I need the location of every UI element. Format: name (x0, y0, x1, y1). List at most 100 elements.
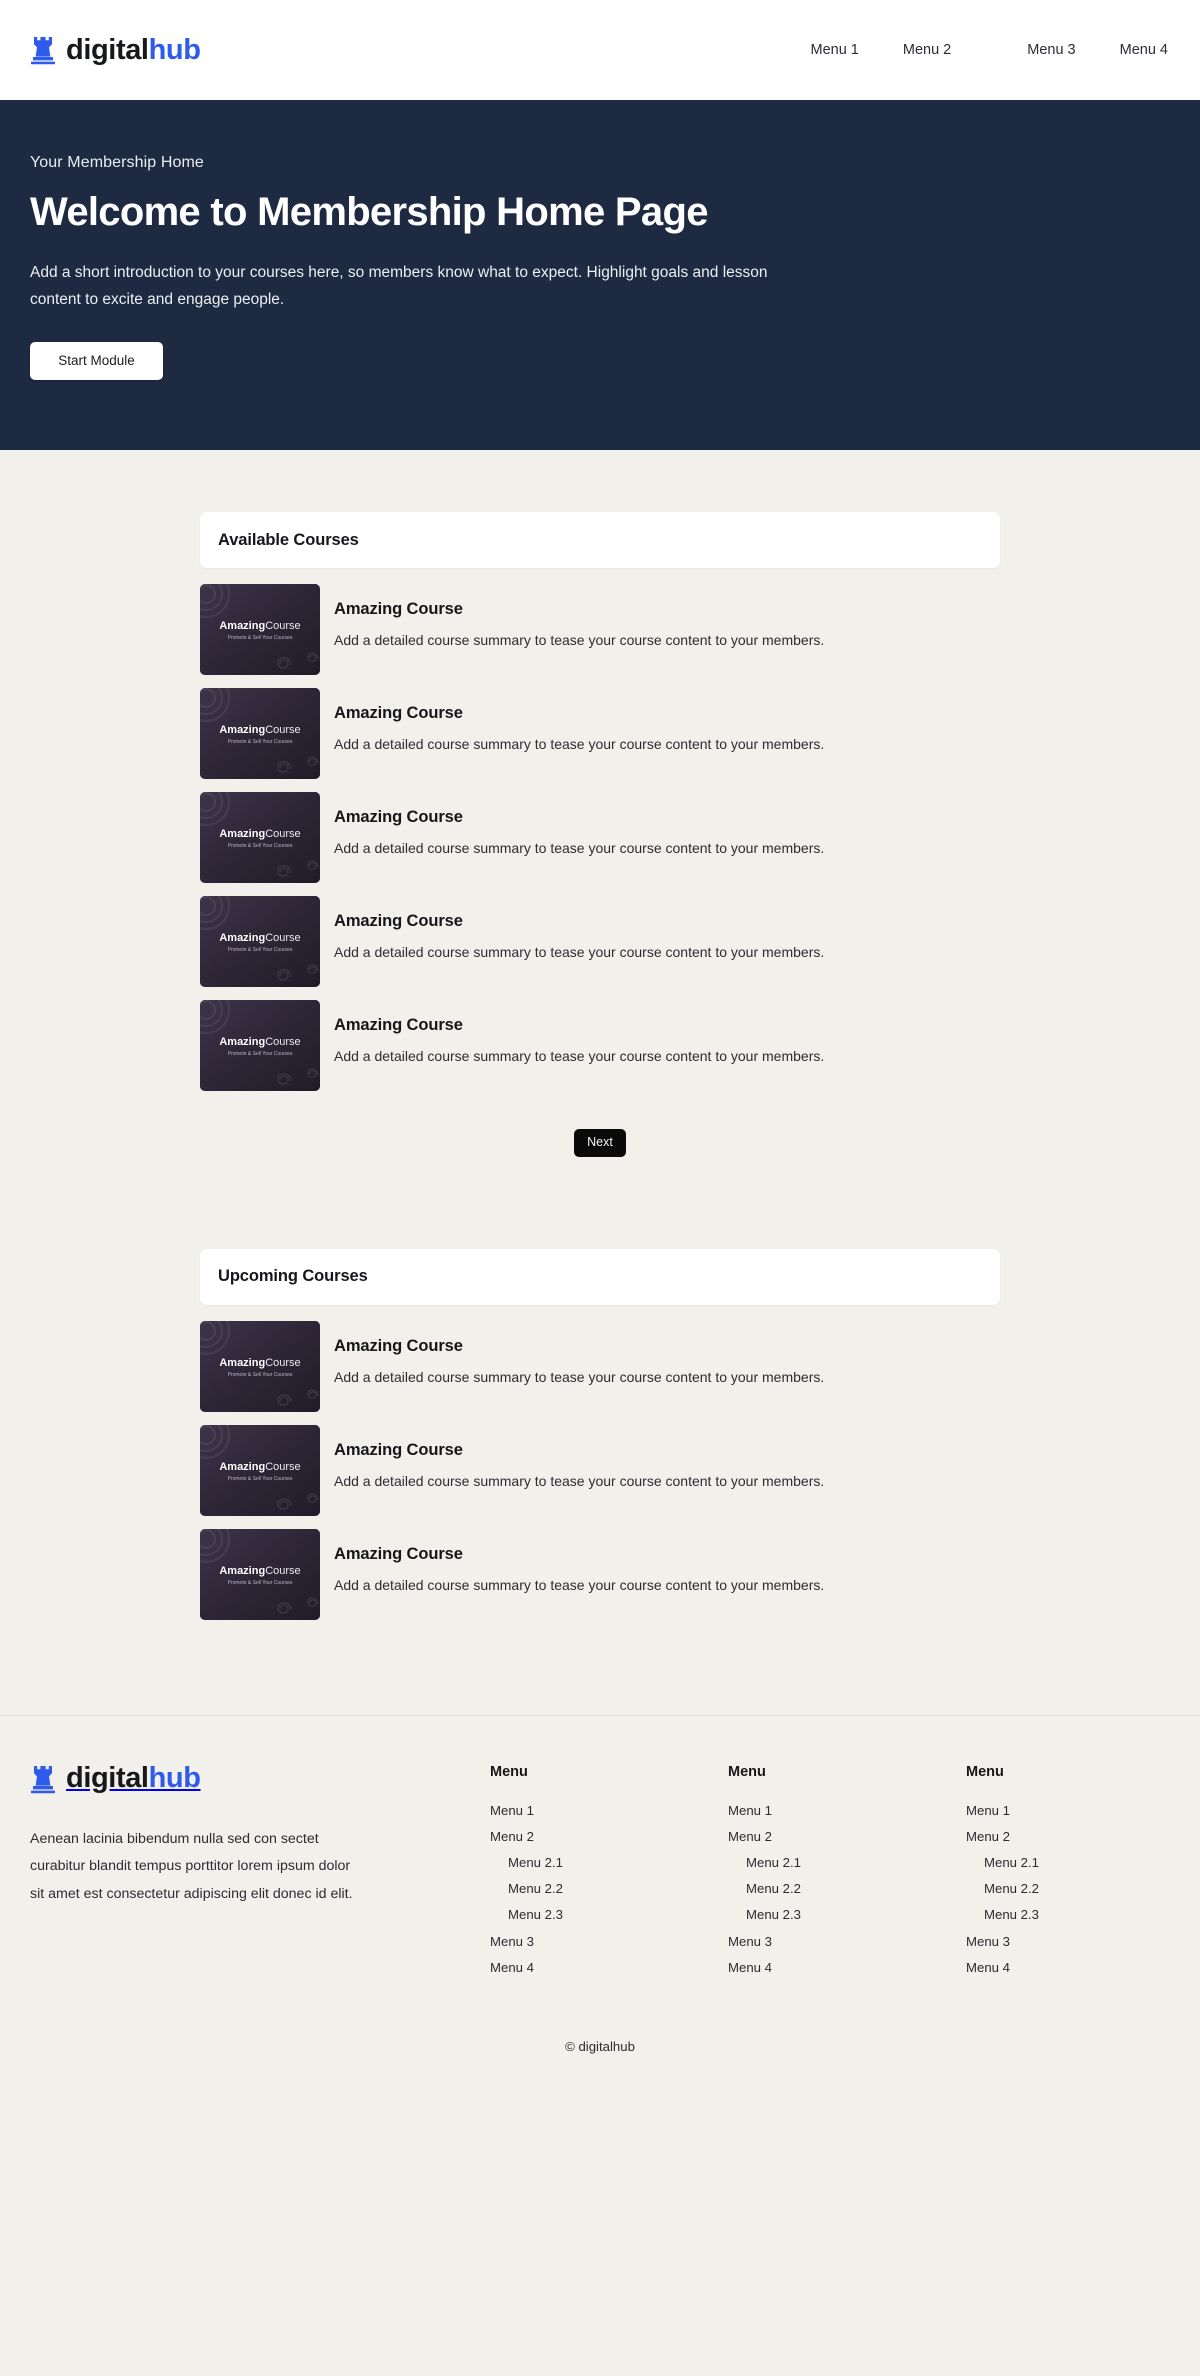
membership-home-page: digitalhub Menu 1 Menu 2 Menu 3 Menu 4 Y… (0, 0, 1200, 2376)
course-thumbnail: AmazingCourse Promote & Sell Your Course… (200, 584, 320, 675)
footer-link-menu-2-1[interactable]: Menu 2.1 (490, 1856, 728, 1869)
course-text: Amazing Course Add a detailed course sum… (334, 1425, 824, 1491)
section-title: Upcoming Courses (218, 1267, 368, 1286)
course-description: Add a detailed course summary to tease y… (334, 1576, 825, 1593)
svg-text:Promote & Sell Your Courses: Promote & Sell Your Courses (228, 1476, 293, 1482)
footer-link-menu-4[interactable]: Menu 4 (966, 1961, 1200, 1974)
footer-link-menu-2[interactable]: Menu 2 (966, 1830, 1200, 1843)
course-text: Amazing Course Add a detailed course sum… (334, 584, 824, 650)
footer-link-menu-2[interactable]: Menu 2 (728, 1830, 966, 1843)
start-module-button[interactable]: Start Module (30, 341, 163, 380)
footer-link-menu-2[interactable]: Menu 2 (490, 1830, 728, 1843)
course-text: Amazing Course Add a detailed course sum… (334, 1529, 824, 1595)
footer-link-menu-2-1[interactable]: Menu 2.1 (728, 1856, 966, 1869)
svg-text:AmazingCourse: AmazingCourse (219, 1565, 300, 1577)
course-list-item[interactable]: AmazingCourse Promote & Sell Your Course… (200, 896, 1000, 987)
footer-link-menu-2-2[interactable]: Menu 2.2 (966, 1882, 1200, 1895)
course-name: Amazing Course (334, 600, 463, 618)
svg-text:Promote & Sell Your Courses: Promote & Sell Your Courses (228, 1051, 293, 1057)
footer-column-title: Menu (490, 1763, 528, 1780)
footer-link-menu-1[interactable]: Menu 1 (490, 1803, 728, 1816)
course-name: Amazing Course (334, 1440, 463, 1459)
brand-logo-link[interactable]: digitalhub (30, 35, 201, 65)
footer-menu-columns: Menu Menu 1 Menu 2 Menu 2.1 Menu 2.2 Men… (490, 1764, 1200, 1987)
course-list-item[interactable]: AmazingCourse Promote & Sell Your Course… (200, 1320, 1000, 1412)
footer-brand-column: digitalhub Aenean lacinia bibendum nulla… (30, 1764, 490, 1909)
footer-link-menu-2-3[interactable]: Menu 2.3 (966, 1908, 1200, 1921)
svg-text:Promote & Sell Your Courses: Promote & Sell Your Courses (228, 843, 293, 849)
footer-about-text: Aenean lacinia bibendum nulla sed con se… (30, 1830, 353, 1902)
course-thumbnail: AmazingCourse Promote & Sell Your Course… (200, 792, 320, 883)
chess-rook-icon (30, 1764, 56, 1794)
course-name: Amazing Course (334, 704, 463, 722)
course-thumbnail: AmazingCourse Promote & Sell Your Course… (200, 1528, 320, 1620)
hero-eyebrow: Your Membership Home (30, 154, 204, 171)
nav-item-menu-1[interactable]: Menu 1 (811, 43, 859, 58)
svg-text:AmazingCourse: AmazingCourse (219, 724, 300, 736)
course-description: Add a detailed course summary to tease y… (334, 736, 825, 752)
brand-wordmark: digitalhub (66, 33, 201, 66)
course-name: Amazing Course (334, 912, 463, 930)
svg-text:AmazingCourse: AmazingCourse (219, 620, 300, 632)
course-text: Amazing Course Add a detailed course sum… (334, 688, 824, 754)
site-header: digitalhub Menu 1 Menu 2 Menu 3 Menu 4 (0, 0, 1200, 100)
available-courses-section: Available Courses AmazingCourse Promote … (200, 512, 1000, 1157)
footer-link-menu-4[interactable]: Menu 4 (728, 1961, 966, 1974)
footer-column-3: Menu Menu 1 Menu 2 Menu 2.1 Menu 2.2 Men… (966, 1764, 1200, 1987)
footer-link-menu-2-3[interactable]: Menu 2.3 (490, 1908, 728, 1921)
course-list-item[interactable]: AmazingCourse Promote & Sell Your Course… (200, 1000, 1000, 1091)
svg-text:Promote & Sell Your Courses: Promote & Sell Your Courses (228, 635, 293, 641)
footer-link-menu-2-2[interactable]: Menu 2.2 (490, 1882, 728, 1895)
brand-name-dark: digital (66, 33, 149, 66)
pagination: Next (200, 1129, 1000, 1157)
footer-link-menu-2-1[interactable]: Menu 2.1 (966, 1856, 1200, 1869)
available-courses-list: AmazingCourse Promote & Sell Your Course… (200, 584, 1000, 1091)
footer-link-menu-3[interactable]: Menu 3 (728, 1934, 966, 1947)
site-footer: digitalhub Aenean lacinia bibendum nulla… (0, 1716, 1200, 1987)
footer-brand-wordmark: digitalhub (66, 1764, 201, 1793)
course-description: Add a detailed course summary to tease y… (334, 1368, 825, 1385)
nav-item-menu-3[interactable]: Menu 3 (1027, 43, 1075, 58)
footer-link-menu-4[interactable]: Menu 4 (490, 1961, 728, 1974)
svg-text:Promote & Sell Your Courses: Promote & Sell Your Courses (228, 739, 293, 745)
course-list-item[interactable]: AmazingCourse Promote & Sell Your Course… (200, 1424, 1000, 1516)
hero-description: Add a short introduction to your courses… (30, 263, 768, 309)
hero-banner: Your Membership Home Welcome to Membersh… (0, 100, 1200, 450)
course-description: Add a detailed course summary to tease y… (334, 1048, 825, 1064)
footer-link-menu-2-2[interactable]: Menu 2.2 (728, 1882, 966, 1895)
footer-link-menu-3[interactable]: Menu 3 (490, 1934, 728, 1947)
footer-brand-logo-link[interactable]: digitalhub (30, 1764, 490, 1794)
course-list-item[interactable]: AmazingCourse Promote & Sell Your Course… (200, 688, 1000, 779)
footer-link-menu-1[interactable]: Menu 1 (966, 1803, 1200, 1816)
section-header-available: Available Courses (200, 512, 1000, 568)
footer-brand-name-dark: digital (66, 1762, 149, 1795)
footer-link-menu-3[interactable]: Menu 3 (966, 1934, 1200, 1947)
svg-text:Promote & Sell Your Courses: Promote & Sell Your Courses (228, 947, 293, 953)
course-text: Amazing Course Add a detailed course sum… (334, 1000, 824, 1066)
next-page-button[interactable]: Next (574, 1129, 626, 1157)
svg-text:AmazingCourse: AmazingCourse (219, 932, 300, 944)
svg-text:AmazingCourse: AmazingCourse (219, 828, 300, 840)
page-title: Welcome to Membership Home Page (30, 190, 708, 234)
footer-link-menu-2-3[interactable]: Menu 2.3 (728, 1908, 966, 1921)
course-description: Add a detailed course summary to tease y… (334, 840, 825, 856)
footer-column-2: Menu Menu 1 Menu 2 Menu 2.1 Menu 2.2 Men… (728, 1764, 966, 1987)
svg-text:Promote & Sell Your Courses: Promote & Sell Your Courses (228, 1372, 293, 1378)
course-name: Amazing Course (334, 1016, 463, 1034)
footer-link-menu-1[interactable]: Menu 1 (728, 1803, 966, 1816)
nav-item-menu-4[interactable]: Menu 4 (1120, 43, 1168, 58)
course-text: Amazing Course Add a detailed course sum… (334, 896, 824, 962)
svg-text:AmazingCourse: AmazingCourse (219, 1461, 300, 1473)
footer-brand-name-accent: hub (148, 1762, 201, 1795)
nav-item-menu-2[interactable]: Menu 2 (903, 43, 951, 58)
course-list-item[interactable]: AmazingCourse Promote & Sell Your Course… (200, 1528, 1000, 1620)
section-header-upcoming: Upcoming Courses (200, 1248, 1000, 1305)
upcoming-courses-section: Upcoming Courses AmazingCourse Promote &… (200, 1248, 1000, 1620)
course-list-item[interactable]: AmazingCourse Promote & Sell Your Course… (200, 792, 1000, 883)
brand-name-accent: hub (148, 33, 201, 66)
main-content: Available Courses AmazingCourse Promote … (0, 450, 1200, 1716)
course-name: Amazing Course (334, 1336, 463, 1355)
course-thumbnail: AmazingCourse Promote & Sell Your Course… (200, 896, 320, 987)
course-thumbnail: AmazingCourse Promote & Sell Your Course… (200, 688, 320, 779)
course-list-item[interactable]: AmazingCourse Promote & Sell Your Course… (200, 584, 1000, 675)
